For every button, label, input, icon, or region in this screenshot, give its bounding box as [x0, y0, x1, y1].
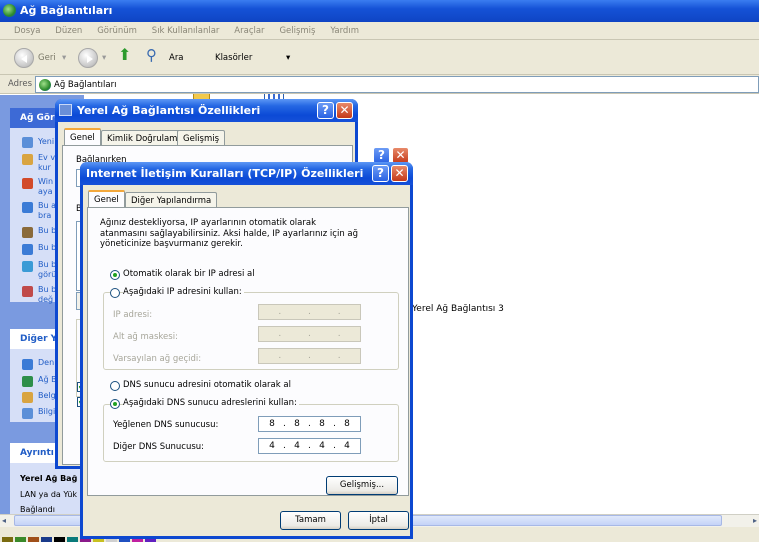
tab-authentication[interactable]: Kimlik Doğrulama	[101, 130, 189, 146]
folders-button[interactable]: Klasörler	[215, 49, 252, 67]
explorer-title-bar: Ağ Bağlantıları	[0, 0, 759, 22]
menu-help[interactable]: Yardım	[330, 26, 359, 36]
repair-icon	[22, 227, 33, 238]
dns-auto-radio[interactable]	[110, 381, 120, 391]
octet: 8	[319, 419, 325, 429]
color-swatch	[67, 537, 78, 542]
network-connections-icon	[39, 79, 51, 91]
new-connection-icon	[22, 137, 33, 148]
forward-arrow-icon[interactable]	[78, 48, 98, 68]
tcpip-dialog-title-bar: Internet İletişim Kuralları (TCP/IP) Öze…	[80, 162, 413, 185]
octet: 8	[269, 419, 275, 429]
settings-icon	[22, 286, 33, 297]
network-places-icon	[22, 376, 33, 387]
alternate-dns-label: Diğer DNS Sunucusu:	[113, 442, 205, 452]
explorer-title: Ağ Bağlantıları	[20, 4, 113, 17]
menu-advanced[interactable]: Gelişmiş	[279, 26, 315, 36]
color-swatch	[54, 537, 65, 542]
chevron-down-icon[interactable]: ▾	[62, 49, 66, 67]
network-connections-icon	[3, 4, 16, 17]
alternate-dns-input[interactable]: 4. 4. 4. 4	[258, 438, 361, 454]
search-icon[interactable]: ⚲	[146, 46, 157, 64]
back-arrow-icon[interactable]	[14, 48, 34, 68]
color-swatch	[41, 537, 52, 542]
home-network-icon	[22, 154, 33, 165]
control-panel-icon	[22, 359, 33, 370]
description-text: Ağınız destekliyorsa, IP ayarlarının oto…	[100, 218, 359, 249]
octet: 4	[344, 441, 350, 451]
network-adapter-icon	[59, 104, 72, 116]
subnet-mask-label: Alt ağ maskesi:	[113, 332, 178, 342]
tcpip-dialog-title: Internet İletişim Kuralları (TCP/IP) Öze…	[86, 167, 364, 180]
octet: 4	[269, 441, 275, 451]
menu-edit[interactable]: Düzen	[55, 26, 82, 36]
gateway-label: Varsayılan ağ geçidi:	[113, 354, 202, 364]
tab-general[interactable]: Genel	[88, 190, 125, 208]
close-button[interactable]: ✕	[336, 102, 353, 119]
scroll-left-icon[interactable]: ◂	[2, 516, 6, 525]
tcpip-general-page: Ağınız destekliyorsa, IP ayarlarının oto…	[87, 207, 409, 496]
ip-manual-label[interactable]: Aşağıdaki IP adresini kullan:	[123, 287, 244, 297]
cancel-button[interactable]: İptal	[348, 511, 409, 530]
tab-advanced[interactable]: Gelişmiş	[177, 130, 226, 146]
octet: 8	[294, 419, 300, 429]
address-bar: Adres Ağ Bağlantıları	[0, 75, 759, 94]
octet: 4	[319, 441, 325, 451]
menu-view[interactable]: Görünüm	[97, 26, 137, 36]
connection-item-label[interactable]: Yerel Ağ Bağlantısı 3	[412, 304, 504, 314]
disable-icon	[22, 202, 33, 213]
details-line: Bağlandı	[20, 505, 55, 514]
preferred-dns-label: Yeğlenen DNS sunucusu:	[113, 420, 219, 430]
chevron-down-icon[interactable]: ▾	[102, 49, 106, 67]
dns-manual-radio[interactable]	[110, 399, 120, 409]
back-label[interactable]: Geri	[38, 49, 56, 67]
address-label: Adres	[8, 79, 33, 89]
firewall-icon	[22, 178, 33, 189]
status-icon	[22, 261, 33, 272]
help-button[interactable]: ?	[317, 102, 334, 119]
gateway-input[interactable]: ...	[258, 348, 361, 364]
computer-icon	[22, 408, 33, 419]
close-button[interactable]: ✕	[391, 165, 408, 182]
help-button[interactable]: ?	[372, 165, 389, 182]
search-button[interactable]: Ara	[169, 49, 184, 67]
lan-dialog-title: Yerel Ağ Bağlantısı Özellikleri	[77, 104, 261, 117]
tab-alternate-configuration[interactable]: Diğer Yapılandırma	[125, 192, 218, 208]
ip-address-input[interactable]: ...	[258, 304, 361, 320]
ip-manual-radio[interactable]	[110, 288, 120, 298]
details-title: Yerel Ağ Bağ	[20, 474, 78, 483]
menu-favorites[interactable]: Sık Kullanılanlar	[152, 26, 220, 36]
dns-auto-label[interactable]: DNS sunucu adresini otomatik olarak al	[123, 380, 291, 390]
ok-button[interactable]: Tamam	[280, 511, 341, 530]
details-line: LAN ya da Yük	[20, 490, 78, 499]
menu-bar: Dosya Düzen Görünüm Sık Kullanılanlar Ar…	[0, 22, 759, 40]
address-value: Ağ Bağlantıları	[54, 80, 117, 90]
tab-general[interactable]: Genel	[64, 128, 101, 146]
menu-tools[interactable]: Araçlar	[234, 26, 264, 36]
ip-address-label: IP adresi:	[113, 310, 153, 320]
scroll-right-icon[interactable]: ▸	[753, 516, 757, 525]
dns-manual-label[interactable]: Aşağıdaki DNS sunucu adreslerini kullan:	[123, 398, 299, 408]
rename-icon	[22, 244, 33, 255]
color-swatch	[28, 537, 39, 542]
up-folder-icon[interactable]: ⬆	[118, 46, 131, 64]
chevron-down-icon[interactable]: ▾	[286, 49, 290, 67]
ip-auto-radio[interactable]	[110, 270, 120, 280]
advanced-button[interactable]: Gelişmiş...	[326, 476, 398, 495]
tcpip-properties-dialog: Internet İletişim Kuralları (TCP/IP) Öze…	[80, 162, 413, 539]
octet: 8	[344, 419, 350, 429]
documents-icon	[22, 392, 33, 403]
lan-dialog-title-bar: Yerel Ağ Bağlantısı Özellikleri ? ✕	[55, 99, 358, 122]
octet: 4	[294, 441, 300, 451]
toolbar: Geri ▾ ▾ ⬆ ⚲ Ara Klasörler ▾	[0, 40, 759, 104]
menu-file[interactable]: Dosya	[14, 26, 40, 36]
address-input[interactable]: Ağ Bağlantıları	[35, 76, 759, 93]
ip-auto-label[interactable]: Otomatik olarak bir IP adresi al	[123, 269, 255, 279]
color-swatch	[15, 537, 26, 542]
preferred-dns-input[interactable]: 8. 8. 8. 8	[258, 416, 361, 432]
subnet-mask-input[interactable]: ...	[258, 326, 361, 342]
color-swatch	[2, 537, 13, 542]
